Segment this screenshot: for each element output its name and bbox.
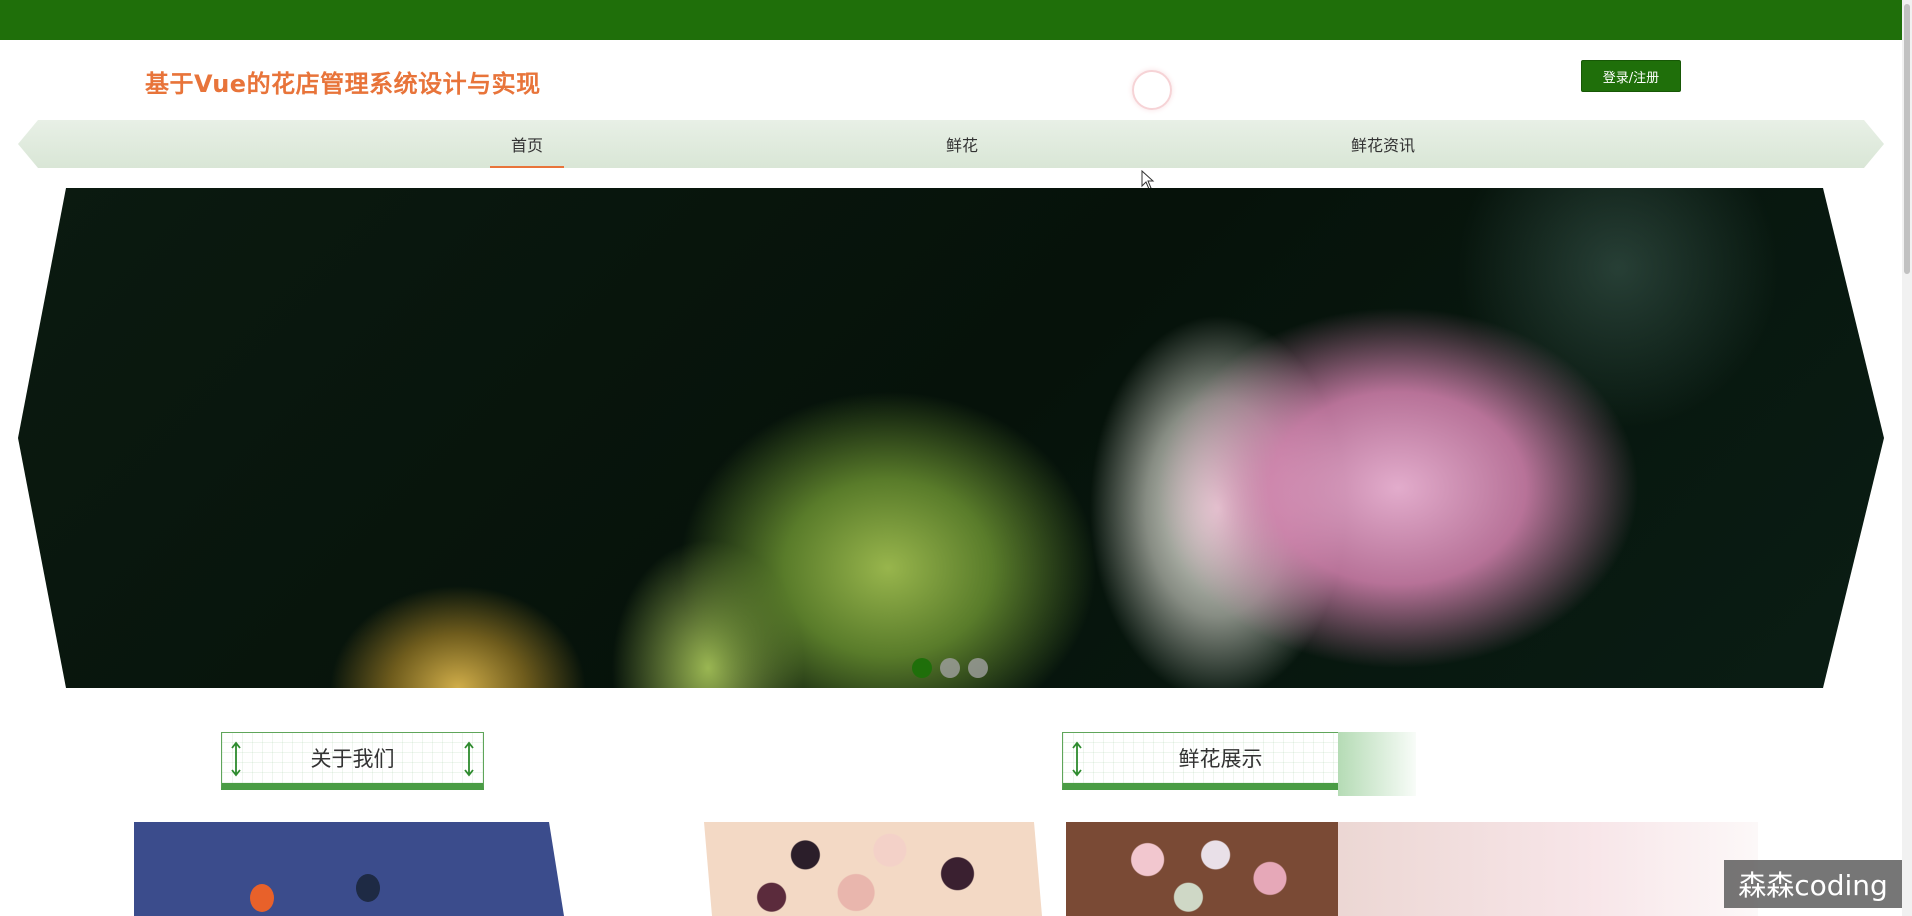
flower-card-image[interactable]: [704, 822, 1042, 916]
vertical-arrows-icon: [464, 741, 474, 777]
about-us-heading: 关于我们: [221, 732, 484, 790]
loading-spinner-icon: [1132, 70, 1172, 110]
watermark: 森森coding: [1724, 860, 1902, 908]
carousel-indicators: [912, 658, 988, 678]
about-us-illustration: [134, 822, 564, 916]
carousel-dot-2[interactable]: [940, 658, 960, 678]
vertical-arrows-icon: [1072, 741, 1082, 777]
about-us-title: 关于我们: [310, 747, 395, 771]
carousel-dot-3[interactable]: [968, 658, 988, 678]
flower-showcase-title: 鲜花展示: [1178, 747, 1263, 771]
nav-item-flower-news[interactable]: 鲜花资讯: [1318, 120, 1448, 168]
login-register-button[interactable]: 登录/注册: [1581, 60, 1681, 92]
person-figure-icon: [250, 884, 274, 912]
flower-card-image[interactable]: [1338, 822, 1758, 916]
faded-heading-overlay: [1338, 732, 1416, 796]
hero-banner-image[interactable]: [18, 188, 1884, 688]
person-figure-icon: [356, 874, 380, 902]
flower-showcase-heading: 鲜花展示: [1062, 732, 1338, 790]
nav-item-home[interactable]: 首页: [490, 120, 564, 168]
carousel-dot-1[interactable]: [912, 658, 932, 678]
site-title: 基于Vue的花店管理系统设计与实现: [145, 70, 541, 98]
page-scrollbar[interactable]: [1902, 0, 1912, 916]
flower-card-image[interactable]: [1066, 822, 1338, 916]
top-bar: [0, 0, 1902, 40]
mouse-cursor-icon: [1141, 170, 1155, 190]
main-nav: 首页 鲜花 鲜花资讯: [18, 120, 1884, 168]
vertical-arrows-icon: [231, 741, 241, 777]
nav-item-flowers[interactable]: 鲜花: [912, 120, 1012, 168]
scrollbar-thumb[interactable]: [1904, 4, 1910, 274]
